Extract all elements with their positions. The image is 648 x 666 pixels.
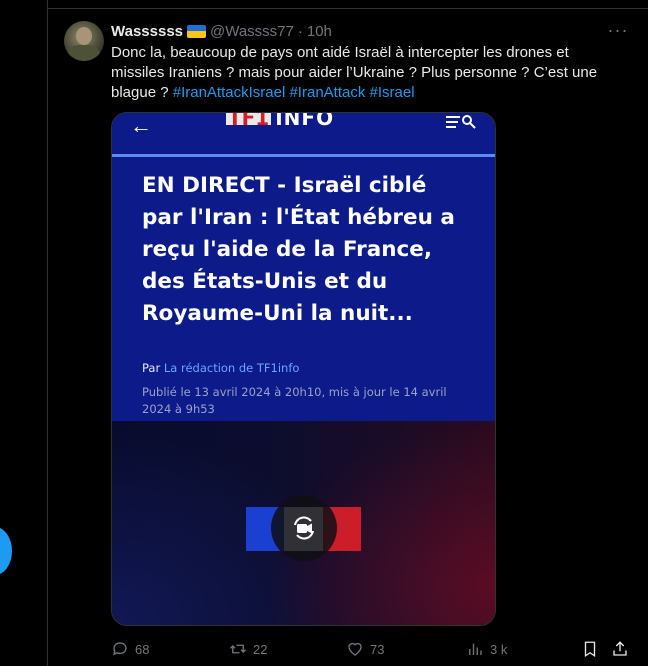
ukraine-flag-icon bbox=[187, 24, 206, 38]
logo-tf1: TF1 bbox=[226, 113, 272, 128]
tweet-text: Donc la, beaucoup de pays ont aidé Israë… bbox=[111, 43, 621, 103]
tweet-timestamp[interactable]: 10h bbox=[307, 23, 332, 40]
more-icon[interactable]: ··· bbox=[607, 21, 629, 41]
tweet-text-line: Donc la, beaucoup de pays ont aidé Israë… bbox=[111, 44, 569, 61]
views-button[interactable]: 3 k bbox=[466, 640, 507, 658]
article-screenshot: ← TF1 INFO EN DIRECT - Israël ciblé par … bbox=[112, 113, 495, 421]
share-icon bbox=[613, 641, 627, 656]
tweet-actions: 68 22 73 3 k bbox=[111, 640, 631, 660]
share-button[interactable] bbox=[611, 640, 629, 658]
reply-icon bbox=[112, 642, 127, 656]
article-byline: Par La rédaction de TF1info bbox=[142, 361, 299, 375]
reply-button[interactable]: 68 bbox=[111, 640, 149, 658]
video-camera-icon[interactable] bbox=[271, 495, 337, 561]
like-button[interactable]: 73 bbox=[346, 640, 384, 658]
byline-prefix: Par bbox=[142, 361, 161, 375]
back-arrow-icon: ← bbox=[130, 113, 152, 138]
reply-count: 68 bbox=[135, 641, 150, 657]
tweet-header: Wassssss @Wassss77 · 10h bbox=[111, 22, 332, 40]
timeline-left-border bbox=[47, 0, 48, 666]
tweet-divider bbox=[47, 8, 648, 9]
author-name[interactable]: Wassssss bbox=[111, 23, 183, 40]
tweet-text-line: blague ? bbox=[111, 84, 173, 101]
tf1-navbar: ← TF1 INFO bbox=[112, 113, 495, 157]
separator-dot: · bbox=[297, 22, 303, 40]
tweet-text-line: missiles Iraniens ? mais pour aider l’Uk… bbox=[111, 64, 598, 81]
repost-icon bbox=[230, 644, 246, 654]
menu-search-icon bbox=[446, 115, 476, 129]
navbar-underline bbox=[112, 154, 495, 157]
hashtag-link[interactable]: #IranAttack bbox=[289, 84, 365, 101]
views-count: 3 k bbox=[490, 641, 508, 657]
views-icon bbox=[469, 643, 482, 655]
bookmark-icon bbox=[584, 641, 596, 658]
repost-button[interactable]: 22 bbox=[229, 640, 267, 658]
heart-icon bbox=[348, 642, 362, 656]
tweet-media-video[interactable]: ← TF1 INFO EN DIRECT - Israël ciblé par … bbox=[111, 112, 496, 626]
bookmark-button[interactable] bbox=[581, 640, 599, 658]
logo-info: INFO bbox=[275, 112, 335, 130]
byline-author: La rédaction de TF1info bbox=[163, 361, 300, 375]
avatar[interactable] bbox=[64, 21, 104, 61]
author-handle[interactable]: @Wassss77 bbox=[210, 23, 294, 40]
article-headline: EN DIRECT - Israël ciblé par l'Iran : l'… bbox=[142, 173, 455, 326]
hashtag-link[interactable]: #Israel bbox=[370, 84, 415, 101]
tf1info-logo: TF1 INFO bbox=[226, 113, 334, 129]
hashtag-link[interactable]: #IranAttackIsrael bbox=[173, 84, 286, 101]
article-publish-date: Publié le 13 avril 2024 à 20h10, mis à j… bbox=[142, 385, 447, 416]
like-count: 73 bbox=[370, 641, 385, 657]
compose-button[interactable] bbox=[0, 527, 12, 575]
repost-count: 22 bbox=[253, 641, 268, 657]
